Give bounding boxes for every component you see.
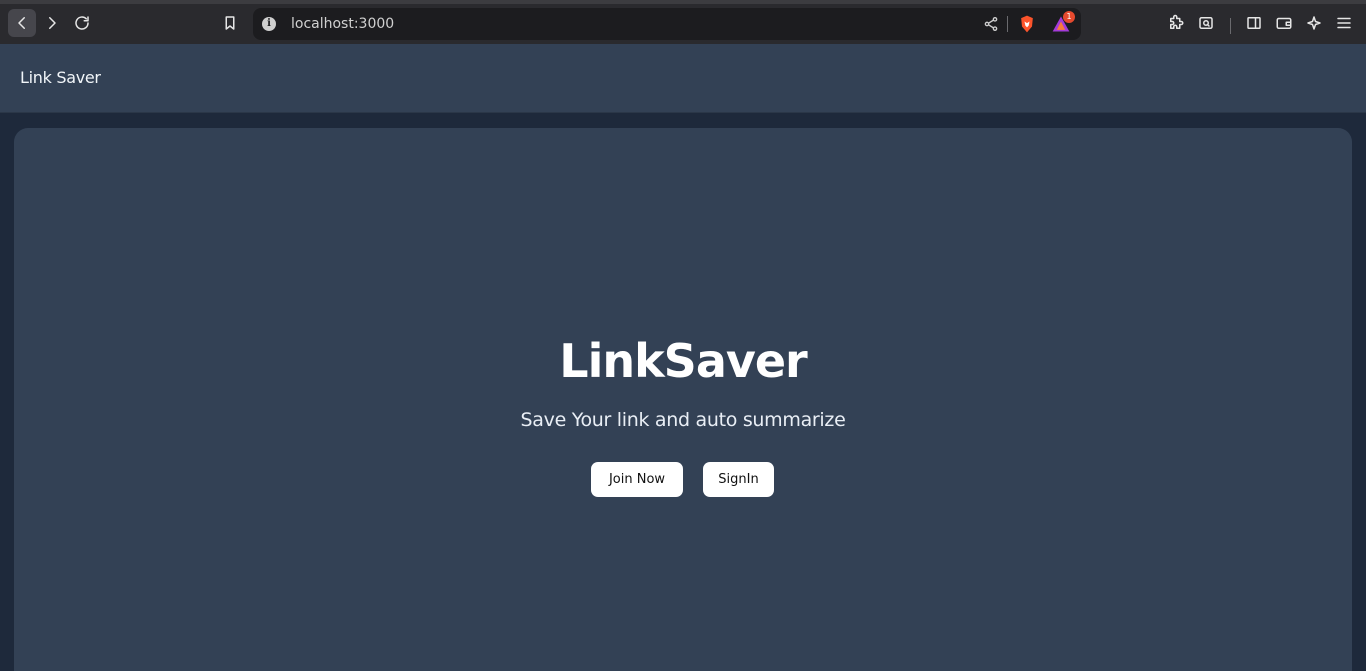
divider xyxy=(1230,18,1231,34)
screenshot-icon xyxy=(1199,17,1213,29)
wallet-button[interactable] xyxy=(1270,9,1298,37)
ai-button[interactable] xyxy=(1300,9,1328,37)
wallet-icon xyxy=(1276,17,1292,29)
menu-button[interactable] xyxy=(1330,9,1358,37)
divider xyxy=(1007,16,1008,32)
hero-card: LinkSaver Save Your link and auto summar… xyxy=(14,128,1352,671)
bookmark-icon xyxy=(225,16,235,30)
browser-toolbar: i localhost:3000 1 xyxy=(0,0,1366,44)
back-icon xyxy=(18,17,25,29)
bookmark-button[interactable] xyxy=(216,9,244,37)
brave-shield-icon[interactable] xyxy=(1017,14,1037,34)
hero-title: LinkSaver xyxy=(559,334,807,388)
hero-subtitle: Save Your link and auto summarize xyxy=(520,409,846,431)
extensions-icon xyxy=(1170,14,1184,29)
sidebar-icon xyxy=(1247,17,1261,29)
reload-button[interactable] xyxy=(68,9,96,37)
sidebar-button[interactable] xyxy=(1240,9,1268,37)
ai-icon xyxy=(1307,16,1321,30)
url-text[interactable]: localhost:3000 xyxy=(291,16,394,32)
hero-actions: Join Now SignIn xyxy=(591,462,774,497)
back-button[interactable] xyxy=(8,9,36,37)
info-icon[interactable]: i xyxy=(262,17,276,31)
reload-icon xyxy=(75,16,89,30)
screenshot-button[interactable] xyxy=(1192,9,1220,37)
menu-icon xyxy=(1337,17,1351,29)
brand-link[interactable]: Link Saver xyxy=(20,68,101,87)
share-icon[interactable] xyxy=(983,16,999,32)
forward-icon xyxy=(49,17,56,29)
forward-button[interactable] xyxy=(38,9,66,37)
join-now-button[interactable]: Join Now xyxy=(591,462,683,497)
signin-button[interactable]: SignIn xyxy=(703,462,774,497)
rewards-badge: 1 xyxy=(1063,11,1075,23)
extensions-button[interactable] xyxy=(1162,9,1190,37)
address-bar[interactable]: i localhost:3000 1 xyxy=(253,8,1081,40)
app-header: Link Saver xyxy=(0,44,1366,113)
